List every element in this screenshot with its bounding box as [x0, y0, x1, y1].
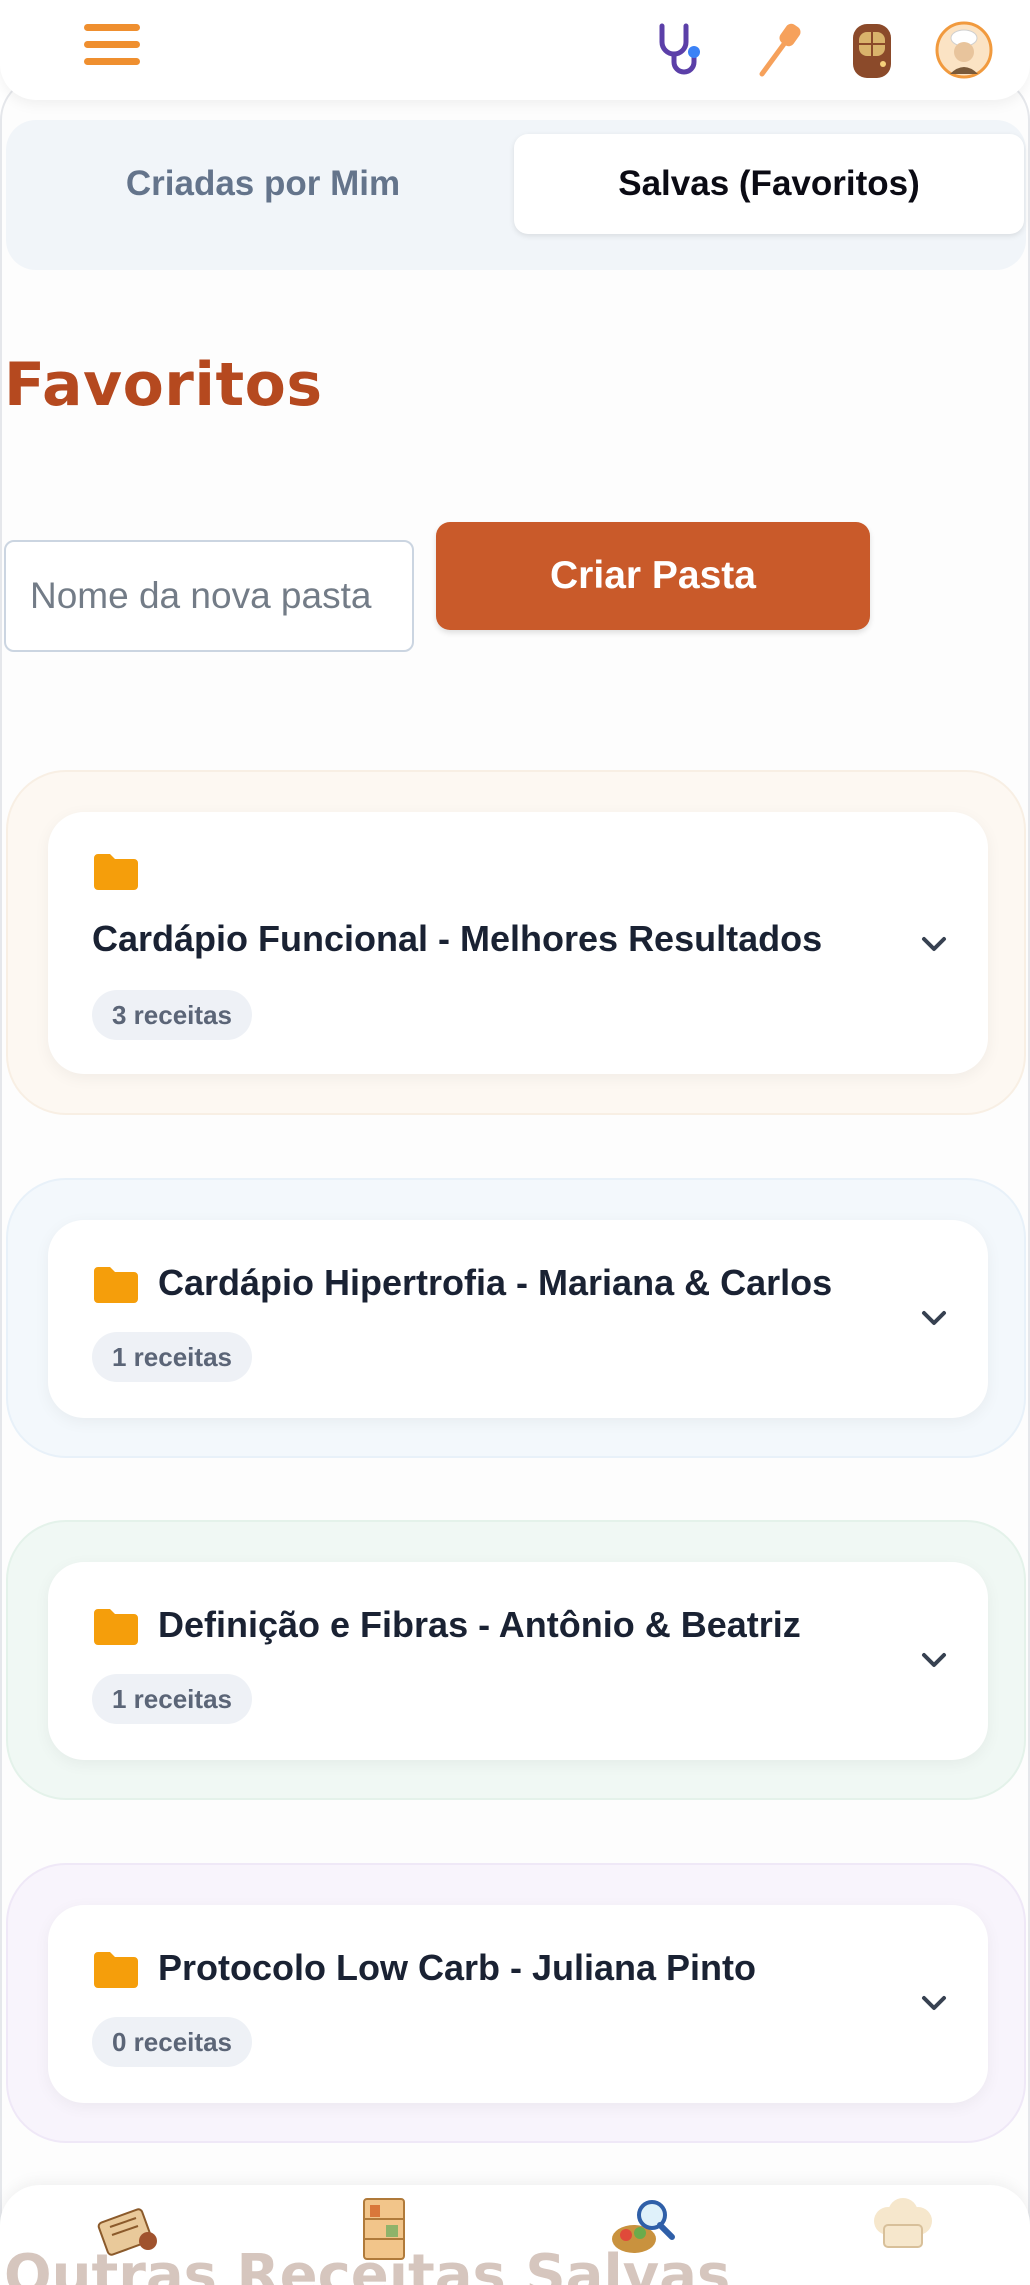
- recipe-count-badge: 1 receitas: [92, 1332, 252, 1382]
- folder-icon: [94, 1952, 138, 1988]
- chevron-down-icon[interactable]: [914, 1640, 954, 1680]
- folder-name: Protocolo Low Carb - Juliana Pinto: [158, 1947, 757, 1988]
- folder-icon: [94, 1267, 138, 1303]
- folder-name: Cardápio Hipertrofia - Mariana & Carlos: [158, 1262, 833, 1303]
- folder-name: Definição e Fibras - Antônio & Beatriz: [158, 1604, 801, 1645]
- tab-saved-favorites[interactable]: Salvas (Favoritos): [514, 134, 1024, 234]
- folder-group: Protocolo Low Carb - Juliana Pinto 0 rec…: [6, 1863, 1026, 2143]
- folder-card[interactable]: Definição e Fibras - Antônio & Beatriz 1…: [48, 1562, 988, 1760]
- new-folder-name-input[interactable]: [4, 540, 414, 652]
- recipe-count-badge: 1 receitas: [92, 1674, 252, 1724]
- stethoscope-icon[interactable]: [648, 20, 708, 80]
- folder-card[interactable]: Protocolo Low Carb - Juliana Pinto 0 rec…: [48, 1905, 988, 2103]
- hamburger-menu-icon[interactable]: [84, 24, 140, 72]
- spatula-icon[interactable]: [750, 20, 810, 80]
- page-title: Favoritos: [4, 350, 323, 420]
- folder-group: Cardápio Funcional - Melhores Resultados…: [6, 770, 1026, 1115]
- recipe-count-badge: 0 receitas: [92, 2017, 252, 2067]
- chevron-down-icon[interactable]: [914, 924, 954, 964]
- bottom-navigation: Outras Receitas Salvas: [0, 2185, 1030, 2285]
- folder-group: Definição e Fibras - Antônio & Beatriz 1…: [6, 1520, 1026, 1800]
- chevron-down-icon[interactable]: [914, 1298, 954, 1338]
- search-recipes-icon[interactable]: [606, 2193, 680, 2267]
- recipe-book-icon[interactable]: [92, 2193, 166, 2267]
- door-icon[interactable]: [842, 20, 902, 80]
- folder-group: Cardápio Hipertrofia - Mariana & Carlos …: [6, 1178, 1026, 1458]
- tab-created-by-me[interactable]: Criadas por Mim: [6, 134, 520, 234]
- folder-name: Cardápio Funcional - Melhores Resultados: [92, 918, 823, 959]
- chef-hat-icon[interactable]: [866, 2193, 940, 2267]
- folder-icon: [94, 854, 138, 890]
- chevron-down-icon[interactable]: [914, 1983, 954, 2023]
- pantry-icon[interactable]: [348, 2193, 422, 2267]
- folder-icon: [94, 1609, 138, 1645]
- recipe-count-badge: 3 receitas: [92, 990, 252, 1040]
- chef-avatar[interactable]: [934, 20, 994, 80]
- folder-card[interactable]: Cardápio Funcional - Melhores Resultados…: [48, 812, 988, 1074]
- create-folder-button[interactable]: Criar Pasta: [436, 522, 870, 630]
- folder-card[interactable]: Cardápio Hipertrofia - Mariana & Carlos …: [48, 1220, 988, 1418]
- top-header: [0, 0, 1030, 100]
- tab-bar: Criadas por Mim Salvas (Favoritos): [6, 120, 1026, 270]
